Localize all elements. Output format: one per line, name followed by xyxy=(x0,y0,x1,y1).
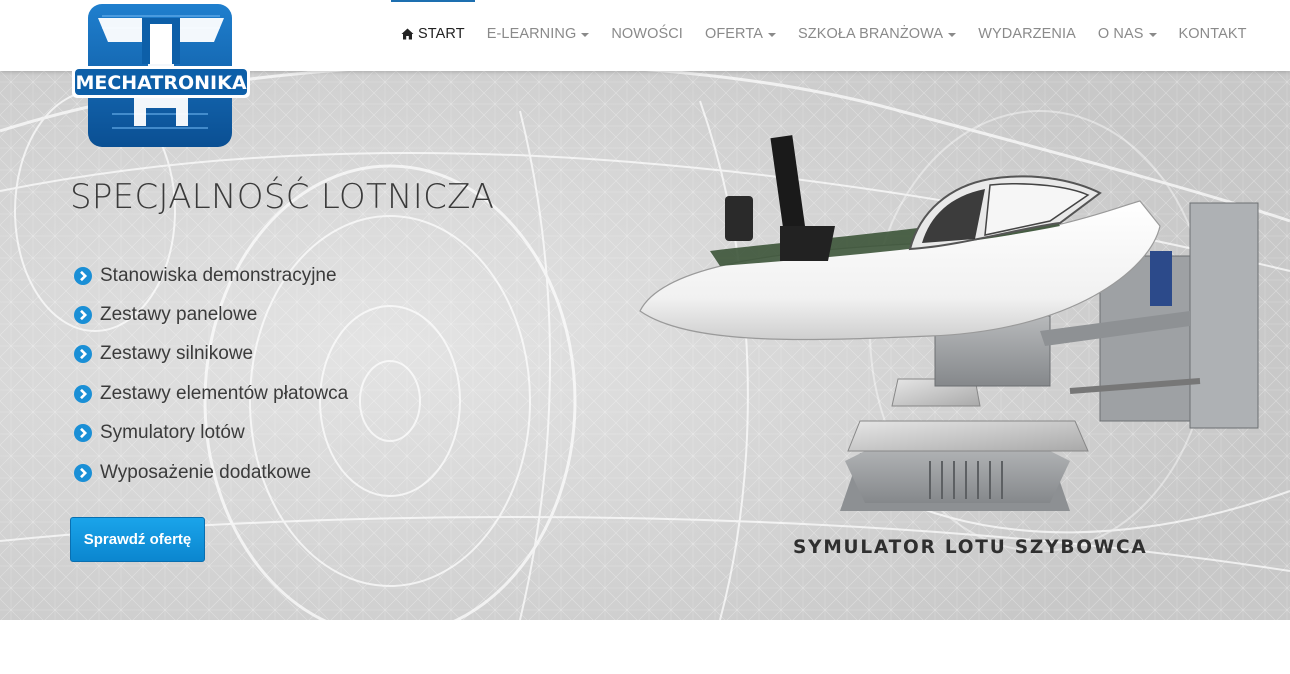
nav-item-szkola-branzowa[interactable]: SZKOŁA BRANŻOWA xyxy=(787,0,967,68)
nav-item-o-nas[interactable]: O NAS xyxy=(1087,0,1168,68)
feature-label: Zestawy elementów płatowca xyxy=(100,382,349,404)
nav-item-start[interactable]: START xyxy=(390,0,476,68)
feature-list: Stanowiska demonstracyjne Zestawy panelo… xyxy=(74,256,348,492)
feature-label: Zestawy panelowe xyxy=(100,304,258,326)
list-item: Symulatory lotów xyxy=(74,414,348,453)
hero-title: SPECJALNOŚĆ LOTNICZA xyxy=(70,177,495,217)
feature-label: Stanowiska demonstracyjne xyxy=(100,264,337,286)
nav-item-oferta[interactable]: OFERTA xyxy=(694,0,787,68)
image-caption: SYMULATOR LOTU SZYBOWCA xyxy=(793,537,1148,558)
nav-item-label: OFERTA xyxy=(704,26,764,42)
caret-down-icon xyxy=(948,33,957,37)
nav-item-label: SZKOŁA BRANŻOWA xyxy=(798,26,944,42)
feature-label: Wyposażenie dodatkowe xyxy=(100,461,312,483)
list-item: Zestawy silnikowe xyxy=(74,335,348,374)
svg-text:MECHATRONIKA: MECHATRONIKA xyxy=(75,72,246,94)
list-item: Stanowiska demonstracyjne xyxy=(74,256,348,295)
chevron-circle-right-icon xyxy=(74,384,92,403)
glider-simulator-image xyxy=(639,135,1259,511)
chevron-circle-right-icon xyxy=(74,266,92,285)
chevron-circle-right-icon xyxy=(74,424,92,443)
main-menu: START E-LEARNING NOWOŚCI OFERTA SZKOŁA B… xyxy=(390,0,1258,71)
nav-item-label: E-LEARNING xyxy=(486,26,577,42)
list-item: Zestawy panelowe xyxy=(74,295,348,334)
chevron-circle-right-icon xyxy=(74,345,92,364)
feature-label: Zestawy silnikowe xyxy=(100,343,254,365)
nav-item-kontakt[interactable]: KONTAKT xyxy=(1168,0,1258,68)
caret-down-icon xyxy=(581,33,590,37)
chevron-circle-right-icon xyxy=(74,306,92,325)
nav-item-label: KONTAKT xyxy=(1178,26,1247,42)
list-item: Wyposażenie dodatkowe xyxy=(74,453,348,492)
nav-item-label: O NAS xyxy=(1097,26,1144,42)
mechatronika-logo-icon: MECHATRONIKA xyxy=(72,4,250,147)
site-logo[interactable]: MECHATRONIKA xyxy=(72,4,250,148)
nav-item-label: WYDARZENIA xyxy=(978,26,1076,42)
nav-item-e-learning[interactable]: E-LEARNING xyxy=(476,0,601,68)
nav-item-nowosci[interactable]: NOWOŚCI xyxy=(600,0,694,68)
hero-slider: SPECJALNOŚĆ LOTNICZA Stanowiska demonstr… xyxy=(0,71,1290,620)
feature-label: Symulatory lotów xyxy=(100,422,245,444)
nav-item-label: NOWOŚCI xyxy=(611,26,683,42)
list-item: Zestawy elementów płatowca xyxy=(74,374,348,413)
nav-item-wydarzenia[interactable]: WYDARZENIA xyxy=(967,0,1087,68)
chevron-circle-right-icon xyxy=(74,463,92,482)
nav-item-label: START xyxy=(418,26,465,42)
home-icon xyxy=(401,28,414,40)
caret-down-icon xyxy=(768,33,777,37)
logo-wordmark: MECHATRONIKA xyxy=(75,72,246,94)
check-offer-button[interactable]: Sprawdź ofertę xyxy=(70,517,205,562)
caret-down-icon xyxy=(1148,33,1157,37)
